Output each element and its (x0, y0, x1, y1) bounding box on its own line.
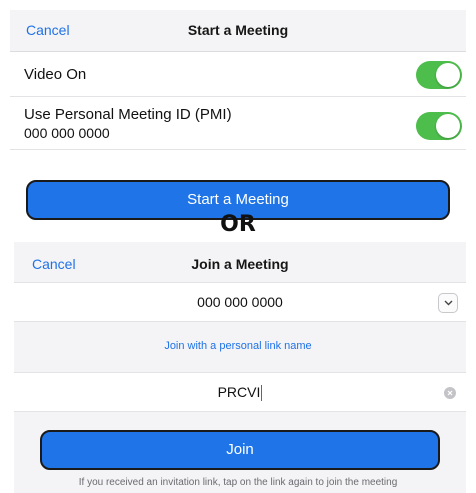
personal-link-name-link[interactable]: Join with a personal link name (0, 340, 476, 352)
toggle-knob (436, 114, 460, 138)
video-on-label: Video On (24, 66, 87, 83)
start-meeting-title: Start a Meeting (187, 22, 289, 38)
join-meeting-panel: Cancel Join a Meeting 000 000 0000 PRCVI… (14, 242, 466, 493)
clear-input-button[interactable] (444, 387, 456, 399)
join-meeting-navbar: Cancel Join a Meeting (14, 242, 466, 284)
pmi-label: Use Personal Meeting ID (PMI) (24, 106, 232, 123)
video-on-row: Video On (10, 53, 466, 97)
pmi-meeting-id: 000 000 0000 (24, 125, 110, 141)
meeting-id-dropdown-button[interactable] (438, 293, 458, 313)
or-separator: OR (220, 212, 256, 237)
meeting-id-input[interactable]: 000 000 0000 (14, 282, 466, 322)
toggle-knob (436, 63, 460, 87)
text-caret (261, 385, 263, 402)
meeting-id-value: 000 000 0000 (197, 294, 283, 310)
chevron-down-icon (444, 300, 453, 306)
start-meeting-panel: Cancel Start a Meeting Video On Use Pers… (10, 10, 466, 220)
name-value: PRCVI (217, 384, 261, 400)
pmi-row: Use Personal Meeting ID (PMI) 000 000 00… (10, 98, 466, 150)
name-value-wrap: PRCVI (14, 384, 466, 402)
join-button[interactable]: Join (40, 430, 440, 470)
invitation-hint: If you received an invitation link, tap … (78, 477, 398, 488)
clear-icon (447, 390, 453, 396)
video-on-toggle[interactable] (416, 61, 462, 89)
join-meeting-title: Join a Meeting (191, 256, 289, 272)
start-meeting-navbar: Cancel Start a Meeting (10, 10, 466, 52)
pmi-toggle[interactable] (416, 112, 462, 140)
name-input[interactable]: PRCVI (14, 372, 466, 412)
